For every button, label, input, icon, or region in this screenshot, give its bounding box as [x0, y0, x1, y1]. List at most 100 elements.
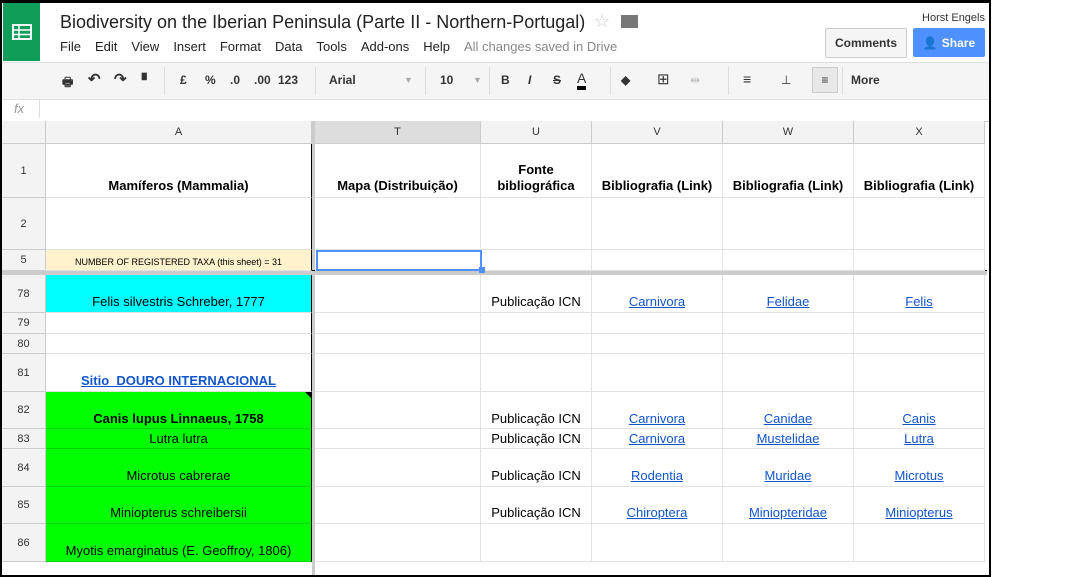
cell-link[interactable]: Carnivora — [629, 431, 685, 446]
italic-button[interactable]: I — [528, 73, 531, 87]
wrap-text-icon[interactable]: ≡ — [812, 67, 838, 93]
cell-X79[interactable] — [854, 313, 985, 334]
cell-U5[interactable] — [481, 250, 592, 271]
cell-V5[interactable] — [592, 250, 723, 271]
cell-V81[interactable] — [592, 354, 723, 392]
column-header-A[interactable]: A — [46, 121, 312, 144]
fill-handle[interactable] — [479, 267, 485, 273]
chevron-down-icon[interactable]: ▼ — [473, 75, 482, 85]
cell-V78[interactable]: Carnivora — [592, 275, 723, 313]
cell-link[interactable]: Mustelidae — [757, 431, 820, 446]
cell-link[interactable]: Sitio_DOURO INTERNACIONAL — [81, 373, 276, 388]
print-icon[interactable]: 🖶 — [62, 73, 73, 94]
cell-X1[interactable]: Bibliografia (Link) — [854, 144, 985, 198]
cell-A82[interactable]: Canis lupus Linnaeus, 1758 — [46, 392, 312, 429]
cell-V86[interactable] — [592, 524, 723, 562]
cell-X2[interactable] — [854, 198, 985, 250]
cell-W5[interactable] — [723, 250, 854, 271]
row-header-5[interactable]: 5 — [2, 250, 46, 271]
cell-T2[interactable] — [315, 198, 481, 250]
cell-T82[interactable] — [315, 392, 481, 429]
undo-icon[interactable]: ↶ — [88, 70, 101, 88]
menu-insert[interactable]: Insert — [173, 39, 206, 54]
menu-help[interactable]: Help — [423, 39, 450, 54]
cell-link[interactable]: Rodentia — [631, 468, 683, 483]
cell-W83[interactable]: Mustelidae — [723, 429, 854, 449]
cell-link[interactable]: Canidae — [764, 411, 812, 426]
cell-U80[interactable] — [481, 334, 592, 354]
bold-button[interactable]: B — [501, 73, 510, 87]
align-icon[interactable]: ≡ — [743, 71, 751, 87]
cell-link[interactable]: Lutra — [904, 431, 934, 446]
row-header-85[interactable]: 85 — [2, 487, 46, 524]
column-header-X[interactable]: X — [854, 121, 985, 144]
comments-button[interactable]: Comments — [825, 28, 907, 58]
cell-V80[interactable] — [592, 334, 723, 354]
vertical-align-icon[interactable]: ⊥ — [781, 73, 791, 87]
row-header-79[interactable]: 79 — [2, 313, 46, 334]
increase-decimal-button[interactable]: .00 — [254, 73, 271, 87]
cell-W86[interactable] — [723, 524, 854, 562]
cell-V85[interactable]: Chiroptera — [592, 487, 723, 524]
cell-X86[interactable] — [854, 524, 985, 562]
sheets-logo-icon[interactable] — [3, 3, 40, 61]
cell-W82[interactable]: Canidae — [723, 392, 854, 429]
row-header-78[interactable]: 78 — [2, 275, 46, 313]
cell-link[interactable]: Microtus — [894, 468, 943, 483]
cell-W85[interactable]: Miniopteridae — [723, 487, 854, 524]
cell-A5[interactable]: NUMBER OF REGISTERED TAXA (this sheet) =… — [46, 250, 312, 271]
percent-button[interactable]: % — [205, 73, 216, 87]
row-header-86[interactable]: 86 — [2, 524, 46, 562]
cell-V82[interactable]: Carnivora — [592, 392, 723, 429]
row-header-81[interactable]: 81 — [2, 354, 46, 392]
cell-X80[interactable] — [854, 334, 985, 354]
cell-U86[interactable] — [481, 524, 592, 562]
strikethrough-button[interactable]: S — [553, 73, 561, 87]
cell-U82[interactable]: Publicação ICN — [481, 392, 592, 429]
cell-U81[interactable] — [481, 354, 592, 392]
row-header-84[interactable]: 84 — [2, 449, 46, 487]
cell-A84[interactable]: Microtus cabrerae — [46, 449, 312, 487]
cell-A81[interactable]: Sitio_DOURO INTERNACIONAL — [46, 354, 312, 392]
cell-A85[interactable]: Miniopterus schreibersii — [46, 487, 312, 524]
cell-A83[interactable]: Lutra lutra — [46, 429, 312, 449]
cell-link[interactable]: Miniopteridae — [749, 505, 827, 520]
menu-addons[interactable]: Add-ons — [361, 39, 409, 54]
borders-icon[interactable]: ⊞ — [657, 70, 670, 88]
cell-T81[interactable] — [315, 354, 481, 392]
cell-V83[interactable]: Carnivora — [592, 429, 723, 449]
cell-U79[interactable] — [481, 313, 592, 334]
cell-W84[interactable]: Muridae — [723, 449, 854, 487]
cell-W79[interactable] — [723, 313, 854, 334]
cell-V84[interactable]: Rodentia — [592, 449, 723, 487]
cell-U84[interactable]: Publicação ICN — [481, 449, 592, 487]
star-icon[interactable]: ☆ — [594, 11, 610, 32]
font-dropdown[interactable]: Arial — [329, 73, 356, 87]
cell-W81[interactable] — [723, 354, 854, 392]
cell-T1[interactable]: Mapa (Distribuição) — [315, 144, 481, 198]
cell-V1[interactable]: Bibliografia (Link) — [592, 144, 723, 198]
menu-edit[interactable]: Edit — [95, 39, 117, 54]
cell-V2[interactable] — [592, 198, 723, 250]
cell-U83[interactable]: Publicação ICN — [481, 429, 592, 449]
number-format-dropdown[interactable]: 123 — [278, 73, 298, 87]
comment-indicator-icon[interactable] — [305, 392, 312, 399]
cell-T80[interactable] — [315, 334, 481, 354]
cell-link[interactable]: Felis — [905, 294, 932, 309]
font-size-dropdown[interactable]: 10 — [440, 73, 453, 87]
menu-file[interactable]: File — [60, 39, 81, 54]
cell-A86[interactable]: Myotis emarginatus (E. Geoffroy, 1806) — [46, 524, 312, 562]
column-header-U[interactable]: U — [481, 121, 592, 144]
cell-X83[interactable]: Lutra — [854, 429, 985, 449]
cell-W78[interactable]: Felidae — [723, 275, 854, 313]
chevron-down-icon[interactable]: ▼ — [404, 75, 413, 85]
cell-U2[interactable] — [481, 198, 592, 250]
row-header-83[interactable]: 83 — [2, 429, 46, 449]
cell-A1[interactable]: Mamíferos (Mammalia) — [46, 144, 312, 198]
cell-X85[interactable]: Miniopterus — [854, 487, 985, 524]
cell-A80[interactable] — [46, 334, 312, 354]
cell-W2[interactable] — [723, 198, 854, 250]
cell-link[interactable]: Felidae — [767, 294, 810, 309]
cell-T83[interactable] — [315, 429, 481, 449]
user-name[interactable]: Horst Engels — [922, 12, 985, 24]
